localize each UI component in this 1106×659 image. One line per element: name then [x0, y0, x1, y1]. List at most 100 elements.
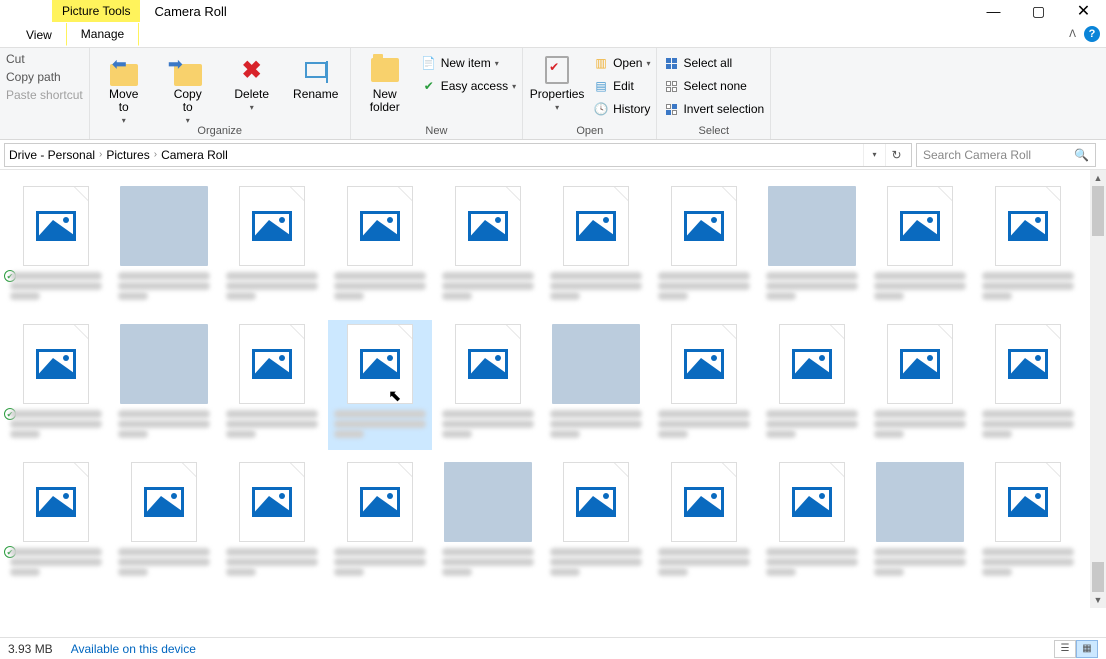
close-button[interactable]: ✕ — [1061, 0, 1106, 22]
refresh-button[interactable]: ↻ — [885, 144, 907, 166]
move-to-button[interactable]: ⬅ Move to ▾ — [96, 54, 152, 125]
file-item[interactable] — [436, 458, 540, 588]
properties-icon — [545, 56, 569, 84]
generic-image-icon — [455, 324, 521, 404]
select-all-button[interactable]: Select all — [663, 52, 764, 74]
history-icon: 🕓 — [593, 101, 609, 117]
file-item[interactable] — [868, 182, 972, 312]
new-item-button[interactable]: 📄 New item ▾ — [421, 52, 516, 74]
file-item[interactable] — [976, 320, 1080, 450]
address-dropdown-button[interactable]: ▾ — [863, 144, 885, 166]
file-item[interactable] — [760, 320, 864, 450]
search-placeholder: Search Camera Roll — [923, 148, 1031, 162]
file-item[interactable] — [328, 182, 432, 312]
photo-thumbnail — [444, 462, 532, 542]
file-name-label — [440, 408, 536, 440]
open-button[interactable]: ▥ Open ▾ — [593, 52, 650, 74]
chevron-right-icon[interactable]: › — [150, 149, 161, 160]
thumbnails-view-button[interactable]: ▦ — [1076, 640, 1098, 658]
rename-button[interactable]: Rename — [288, 54, 344, 101]
file-item[interactable] — [868, 458, 972, 588]
file-item[interactable] — [652, 320, 756, 450]
help-icon[interactable]: ? — [1084, 26, 1100, 42]
file-item[interactable] — [436, 182, 540, 312]
chevron-right-icon[interactable]: › — [95, 149, 106, 160]
generic-image-icon — [131, 462, 197, 542]
select-none-button[interactable]: Select none — [663, 75, 764, 97]
details-view-button[interactable]: ☰ — [1054, 640, 1076, 658]
file-item[interactable] — [652, 182, 756, 312]
file-item[interactable] — [544, 458, 648, 588]
cut-button[interactable]: Cut — [6, 52, 83, 66]
photo-thumbnail — [768, 186, 856, 266]
rename-icon — [305, 62, 327, 78]
file-name-label — [548, 408, 644, 440]
chevron-down-icon: ▾ — [186, 116, 190, 125]
contextual-tab-picture-tools[interactable]: Picture Tools — [52, 0, 140, 22]
navigation-row: Drive - Personal › Pictures › Camera Rol… — [0, 140, 1106, 170]
tab-manage[interactable]: Manage — [66, 23, 139, 46]
generic-image-icon — [563, 462, 629, 542]
edit-icon: ▤ — [593, 78, 609, 94]
file-item[interactable] — [4, 182, 108, 312]
easy-access-button[interactable]: ✔ Easy access ▾ — [421, 75, 516, 97]
file-item[interactable] — [436, 320, 540, 450]
file-item[interactable] — [112, 182, 216, 312]
file-item[interactable]: ⬉ — [328, 320, 432, 450]
file-item[interactable] — [220, 458, 324, 588]
file-item[interactable] — [544, 182, 648, 312]
file-item[interactable] — [868, 320, 972, 450]
file-item[interactable] — [112, 458, 216, 588]
file-item[interactable] — [976, 182, 1080, 312]
copy-path-button[interactable]: Copy path — [6, 70, 83, 84]
history-button[interactable]: 🕓 History — [593, 98, 650, 120]
scroll-down-button[interactable]: ▼ — [1090, 592, 1106, 608]
maximize-button[interactable]: ▢ — [1016, 0, 1061, 22]
breadcrumb-segment[interactable]: Pictures — [106, 148, 149, 162]
generic-image-icon — [563, 186, 629, 266]
title-bar: Picture Tools Camera Roll — ▢ ✕ — [0, 0, 1106, 22]
photo-thumbnail — [120, 186, 208, 266]
file-item[interactable] — [220, 320, 324, 450]
file-name-label — [116, 270, 212, 302]
file-name-label — [224, 270, 320, 302]
file-item[interactable] — [544, 320, 648, 450]
file-item[interactable] — [4, 458, 108, 588]
delete-button[interactable]: ✖ Delete ▾ — [224, 54, 280, 112]
breadcrumb-segment[interactable]: Camera Roll — [161, 148, 228, 162]
invert-selection-button[interactable]: Invert selection — [663, 98, 764, 120]
easy-access-icon: ✔ — [421, 78, 437, 94]
scroll-up-button[interactable]: ▲ — [1090, 170, 1106, 186]
properties-button[interactable]: Properties ▾ — [529, 54, 585, 112]
file-item[interactable] — [328, 458, 432, 588]
file-pane[interactable]: ⬉ ▲ ▼ — [0, 170, 1106, 608]
edit-button[interactable]: ▤ Edit — [593, 75, 650, 97]
scroll-thumb[interactable] — [1092, 186, 1104, 236]
scroll-thumb[interactable] — [1092, 562, 1104, 592]
file-item[interactable] — [4, 320, 108, 450]
file-item[interactable] — [652, 458, 756, 588]
chevron-down-icon: ▾ — [122, 116, 126, 125]
file-name-label — [872, 408, 968, 440]
file-item[interactable] — [760, 182, 864, 312]
breadcrumb-segment[interactable]: Drive - Personal — [9, 148, 95, 162]
collapse-ribbon-icon[interactable]: ᐱ — [1069, 29, 1076, 40]
address-bar[interactable]: Drive - Personal › Pictures › Camera Rol… — [4, 143, 912, 167]
tab-view[interactable]: View — [12, 24, 66, 46]
file-item[interactable] — [760, 458, 864, 588]
file-item[interactable] — [112, 320, 216, 450]
generic-image-icon — [23, 462, 89, 542]
chevron-down-icon: ▾ — [250, 103, 254, 112]
file-name-label — [656, 546, 752, 578]
copy-to-button[interactable]: ➡ Copy to ▾ — [160, 54, 216, 125]
scrollbar[interactable]: ▲ ▼ — [1090, 170, 1106, 608]
generic-image-icon — [455, 186, 521, 266]
file-item[interactable] — [220, 182, 324, 312]
file-item[interactable] — [976, 458, 1080, 588]
search-input[interactable]: Search Camera Roll 🔍 — [916, 143, 1096, 167]
photo-thumbnail — [552, 324, 640, 404]
new-folder-button[interactable]: New folder — [357, 54, 413, 114]
file-name-label — [8, 408, 104, 440]
status-availability[interactable]: Available on this device — [71, 642, 196, 656]
minimize-button[interactable]: — — [971, 0, 1016, 22]
